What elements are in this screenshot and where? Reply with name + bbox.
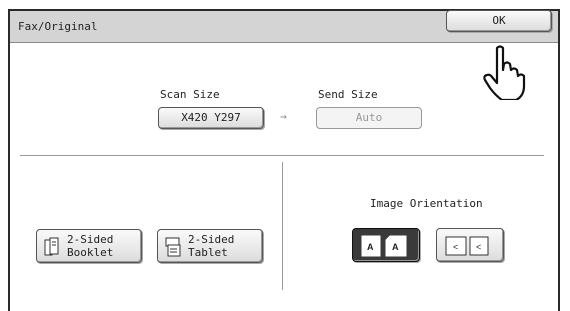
send-size-button: Auto	[316, 107, 422, 129]
orientation-upright-button[interactable]: A A	[352, 228, 420, 262]
scan-size-label: Scan Size	[160, 88, 220, 101]
fax-original-panel: Fax/Original	[8, 9, 560, 311]
two-sided-booklet-button[interactable]: 2-Sided Booklet	[36, 229, 142, 263]
tablet-icon	[165, 237, 181, 257]
portrait-orientation-icon: A A	[361, 235, 407, 257]
divider-vertical	[282, 162, 283, 290]
svg-text:<: <	[476, 242, 481, 252]
image-orientation-label: Image Orientation	[370, 197, 483, 210]
send-size-label: Send Size	[318, 88, 378, 101]
two-sided-tablet-label: 2-Sided Tablet	[188, 233, 235, 259]
page-title: Fax/Original	[18, 20, 98, 33]
landscape-orientation-icon: < <	[445, 236, 489, 256]
svg-text:<: <	[453, 242, 458, 252]
scan-size-button[interactable]: X420 Y297	[158, 107, 264, 129]
pointer-hand-icon	[483, 45, 526, 100]
ok-button[interactable]: OK	[446, 10, 552, 32]
two-sided-booklet-label: 2-Sided Booklet	[67, 233, 114, 259]
svg-text:A: A	[367, 242, 374, 252]
svg-text:A: A	[392, 242, 399, 252]
booklet-icon	[44, 237, 59, 256]
divider-horizontal	[20, 155, 544, 156]
arrow-right-icon: →	[280, 110, 287, 123]
orientation-rotated-button[interactable]: < <	[436, 228, 504, 262]
two-sided-tablet-button[interactable]: 2-Sided Tablet	[157, 229, 263, 263]
